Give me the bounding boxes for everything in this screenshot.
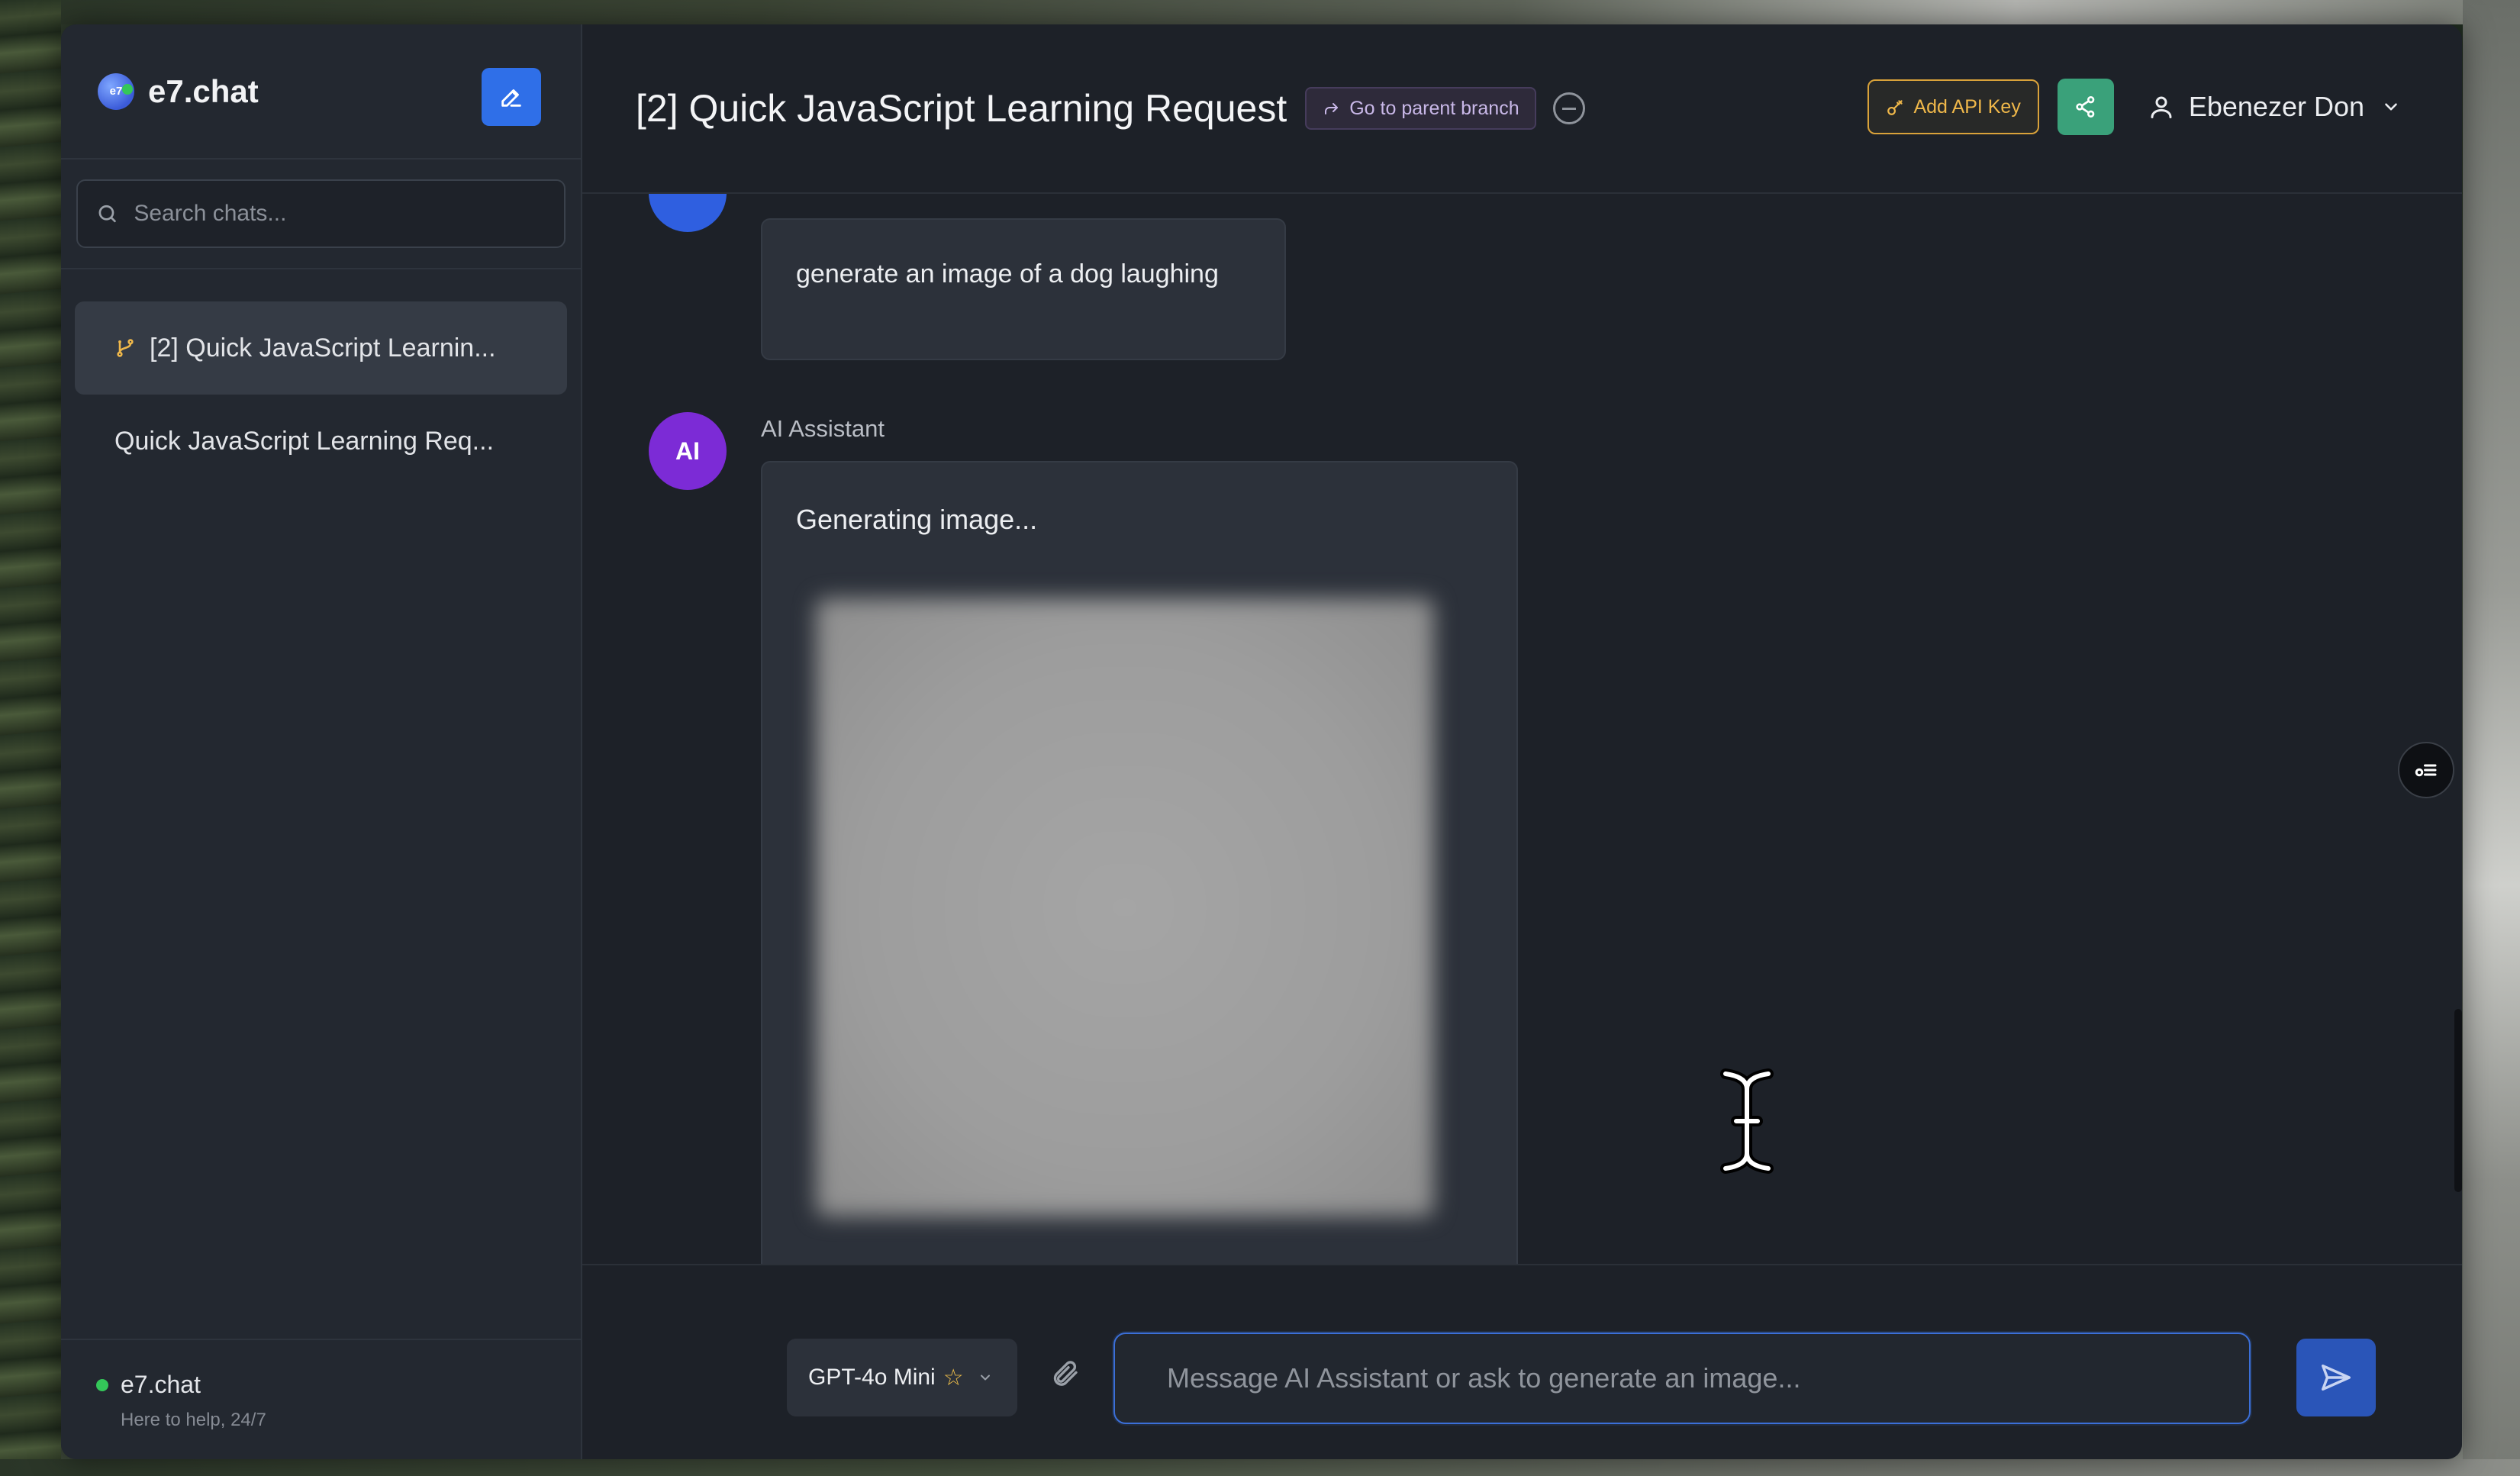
- paperclip-icon: [1053, 1361, 1078, 1386]
- header-actions: Add API Key Ebenezer Don: [1867, 79, 2401, 135]
- search-icon: [98, 205, 116, 223]
- user-menu[interactable]: Ebenezer Don: [2148, 91, 2401, 123]
- desktop-background-top: [0, 0, 2520, 24]
- main-panel: [2] Quick JavaScript Learning Request Go…: [582, 24, 2462, 1459]
- share-icon: [2076, 95, 2095, 118]
- user-message-text: generate an image of a dog laughing: [796, 259, 1219, 288]
- message-list: generate an image of a dog laughing AI A…: [582, 194, 2462, 1264]
- ai-message-bubble: Generating image...: [761, 461, 1518, 1264]
- sidebar: e7 e7.chat Search chats... [2] Quick Jav…: [61, 24, 582, 1459]
- brand-header: e7 e7.chat: [61, 24, 581, 160]
- message-input[interactable]: [1113, 1333, 2251, 1424]
- send-icon: [2322, 1364, 2351, 1391]
- chat-item-label: [2] Quick JavaScript Learnin...: [150, 333, 496, 363]
- settings-list-icon: [2415, 764, 2437, 777]
- share-button[interactable]: [2057, 79, 2114, 135]
- text-cursor-icon: [1716, 1068, 1777, 1178]
- chat-title: [2] Quick JavaScript Learning Request: [636, 87, 1287, 130]
- search-input[interactable]: [134, 201, 546, 227]
- chat-item-branch[interactable]: [2] Quick JavaScript Learnin...: [75, 301, 567, 395]
- image-placeholder: [816, 598, 1434, 1217]
- user-icon: [2151, 96, 2172, 118]
- ai-avatar-text: AI: [675, 437, 700, 465]
- go-to-parent-branch-button[interactable]: Go to parent branch: [1305, 87, 1536, 130]
- composer: GPT-4o Mini ☆: [582, 1264, 2462, 1459]
- footer-subtitle: Here to help, 24/7: [121, 1410, 266, 1430]
- parent-branch-label: Go to parent branch: [1349, 97, 1519, 119]
- online-status-dot: [96, 1378, 108, 1391]
- star-icon: ☆: [943, 1365, 964, 1391]
- footer-app-name: e7.chat: [121, 1371, 201, 1398]
- desktop-background-left: [0, 0, 61, 1476]
- footer-title: e7.chat: [96, 1371, 546, 1399]
- add-api-key-button[interactable]: Add API Key: [1867, 79, 2039, 134]
- model-selector[interactable]: GPT-4o Mini ☆: [787, 1339, 1017, 1416]
- ai-sender-name: AI Assistant: [761, 415, 885, 442]
- chat-header: [2] Quick JavaScript Learning Request Go…: [582, 24, 2462, 194]
- desktop-background-bottom: [0, 1459, 2520, 1476]
- ai-message-text: Generating image...: [796, 504, 1038, 535]
- desktop-background-right: [2463, 0, 2520, 1476]
- brand-logo-icon: e7: [98, 73, 134, 110]
- redirect-arrow-icon: [1325, 103, 1339, 114]
- search-box[interactable]: [76, 179, 566, 248]
- chevron-down-icon: [2385, 103, 2397, 111]
- send-button[interactable]: [2296, 1339, 2376, 1416]
- chat-item[interactable]: Quick JavaScript Learning Req...: [75, 395, 567, 488]
- app-window: e7 e7.chat Search chats... [2] Quick Jav…: [61, 24, 2462, 1459]
- model-name: GPT-4o Mini: [808, 1365, 936, 1390]
- key-icon: [1887, 100, 1903, 115]
- brand-logo-text: e7: [109, 85, 123, 98]
- settings-toggle-button[interactable]: [2398, 742, 2454, 798]
- chat-list: [2] Quick JavaScript Learnin... Quick Ja…: [61, 269, 581, 488]
- chevron-down-icon: [978, 1370, 993, 1385]
- search-container: [61, 160, 581, 269]
- collapse-minus-button[interactable]: [1552, 92, 1585, 124]
- user-avatar: [649, 194, 727, 232]
- chat-item-label: Quick JavaScript Learning Req...: [114, 426, 495, 456]
- user-name: Ebenezer Don: [2188, 91, 2364, 122]
- attach-button[interactable]: [1049, 1358, 1080, 1393]
- sidebar-footer: e7.chat Here to help, 24/7: [61, 1339, 581, 1459]
- brand-name: e7.chat: [148, 73, 259, 109]
- ai-avatar: AI: [649, 412, 727, 490]
- user-message-bubble: generate an image of a dog laughing: [761, 218, 1286, 360]
- scrollbar[interactable]: [2454, 1009, 2462, 1192]
- new-chat-button[interactable]: [482, 68, 541, 126]
- api-key-label: Add API Key: [1913, 95, 2021, 118]
- edit-icon: [501, 89, 521, 107]
- git-branch-icon: [114, 337, 136, 359]
